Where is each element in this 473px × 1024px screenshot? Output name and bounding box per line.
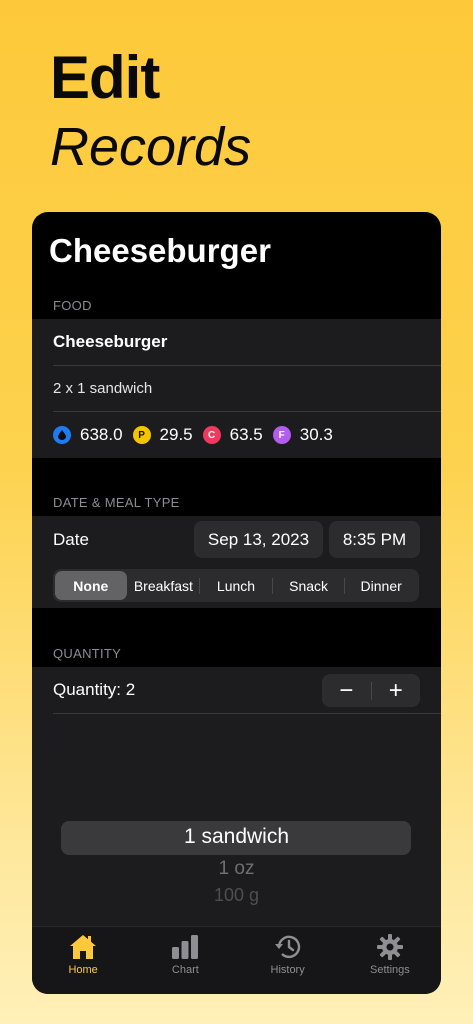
macro-protein: P 29.5 [132, 425, 193, 445]
promo-heading: Edit Records [50, 44, 251, 182]
home-icon [70, 935, 97, 959]
segment-breakfast[interactable]: Breakfast [128, 571, 200, 600]
carbs-icon: C [202, 426, 221, 444]
gear-icon [376, 934, 403, 960]
increment-button[interactable]: + [372, 674, 421, 707]
quantity-section-label: QUANTITY [53, 646, 122, 661]
calories-value: 638.0 [80, 425, 123, 444]
serving-row[interactable]: 2 x 1 sandwich [32, 366, 441, 411]
date-picker-button[interactable]: Sep 13, 2023 [194, 521, 323, 558]
segment-dinner[interactable]: Dinner [345, 571, 417, 600]
tab-chart[interactable]: Chart [134, 927, 236, 994]
tab-history[interactable]: History [237, 927, 339, 994]
tab-settings-label: Settings [370, 964, 410, 976]
macros-row: 638.0 P 29.5 C 63.5 F 30.3 [32, 412, 441, 458]
food-group: Cheeseburger 2 x 1 sandwich 638.0 P 29.5… [32, 319, 441, 458]
date-group: Date Sep 13, 2023 8:35 PM None Breakfast… [32, 516, 441, 608]
macro-calories: 638.0 [53, 425, 123, 445]
decrement-button[interactable]: − [322, 674, 371, 707]
meal-type-segmented-control: None Breakfast Lunch Snack Dinner [53, 569, 419, 602]
quantity-text: Quantity: 2 [53, 680, 136, 699]
page-title: Cheeseburger [49, 232, 271, 269]
tab-chart-label: Chart [171, 964, 199, 976]
tab-settings[interactable]: Settings [339, 927, 441, 994]
food-name-row[interactable]: Cheeseburger [32, 319, 441, 365]
divider [53, 713, 441, 714]
macro-carbs: C 63.5 [202, 425, 263, 445]
fat-value: 30.3 [299, 425, 333, 444]
segment-none[interactable]: None [55, 571, 127, 600]
date-section-label: DATE & MEAL TYPE [53, 495, 180, 510]
macro-fat: F 30.3 [272, 425, 333, 445]
picker-option-selected[interactable]: 1 sandwich [32, 825, 441, 849]
quantity-stepper: − + [322, 674, 420, 707]
promo-title-line1: Edit [50, 44, 160, 111]
phone-screen: Cheeseburger FOOD Cheeseburger 2 x 1 san… [32, 212, 441, 994]
segment-lunch[interactable]: Lunch [200, 571, 272, 600]
protein-value: 29.5 [159, 425, 193, 444]
carbs-value: 63.5 [229, 425, 263, 444]
time-picker-button[interactable]: 8:35 PM [329, 521, 420, 558]
protein-icon: P [132, 426, 151, 444]
segment-snack[interactable]: Snack [273, 571, 345, 600]
calories-drop-icon [53, 426, 71, 444]
promo-title-line2: Records [50, 117, 252, 177]
food-name: Cheeseburger [53, 332, 168, 351]
fat-icon: F [272, 426, 291, 444]
food-section-label: FOOD [53, 298, 92, 313]
tab-history-label: History [270, 964, 305, 976]
bar-chart-icon [172, 935, 199, 959]
serving-text: 2 x 1 sandwich [53, 380, 153, 397]
tab-bar: Home Chart History Settings [32, 926, 441, 994]
date-label: Date [53, 529, 89, 549]
tab-home[interactable]: Home [32, 927, 134, 994]
tab-home-label: Home [68, 964, 98, 976]
history-icon [274, 935, 300, 959]
picker-option[interactable]: 1 oz [32, 858, 441, 880]
picker-option[interactable]: 100 g [32, 885, 441, 906]
